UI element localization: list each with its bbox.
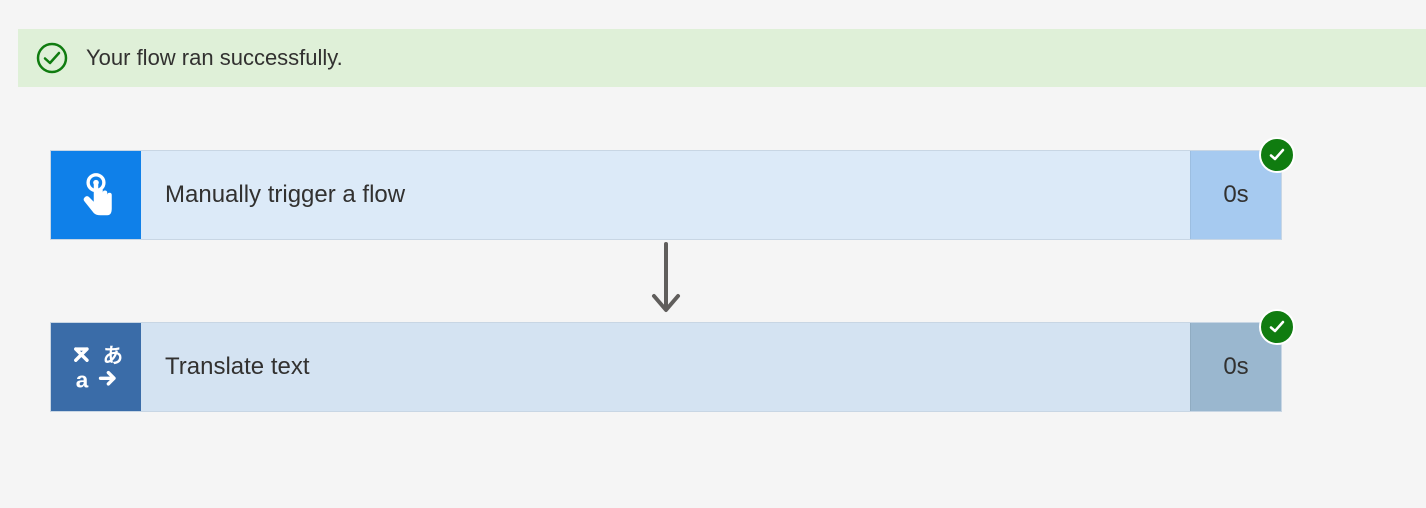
flow-step-trigger[interactable]: Manually trigger a flow 0s [50, 150, 1282, 240]
success-check-icon [36, 42, 68, 74]
translate-icon: あ a [51, 323, 141, 411]
flow-step-label: Translate text [141, 323, 1190, 411]
status-success-icon [1259, 137, 1295, 173]
flow-step-label: Manually trigger a flow [141, 151, 1190, 239]
flow-step-translate[interactable]: あ a Translate text 0s [50, 322, 1282, 412]
success-message: Your flow ran successfully. [86, 45, 343, 71]
manual-trigger-icon [51, 151, 141, 239]
status-success-icon [1259, 309, 1295, 345]
flow-connector-arrow-icon [50, 240, 1282, 322]
svg-text:a: a [76, 367, 89, 392]
flow-canvas: Manually trigger a flow 0s あ a Translate… [50, 150, 1282, 412]
success-banner: Your flow ran successfully. [18, 29, 1426, 87]
svg-text:あ: あ [103, 345, 123, 368]
